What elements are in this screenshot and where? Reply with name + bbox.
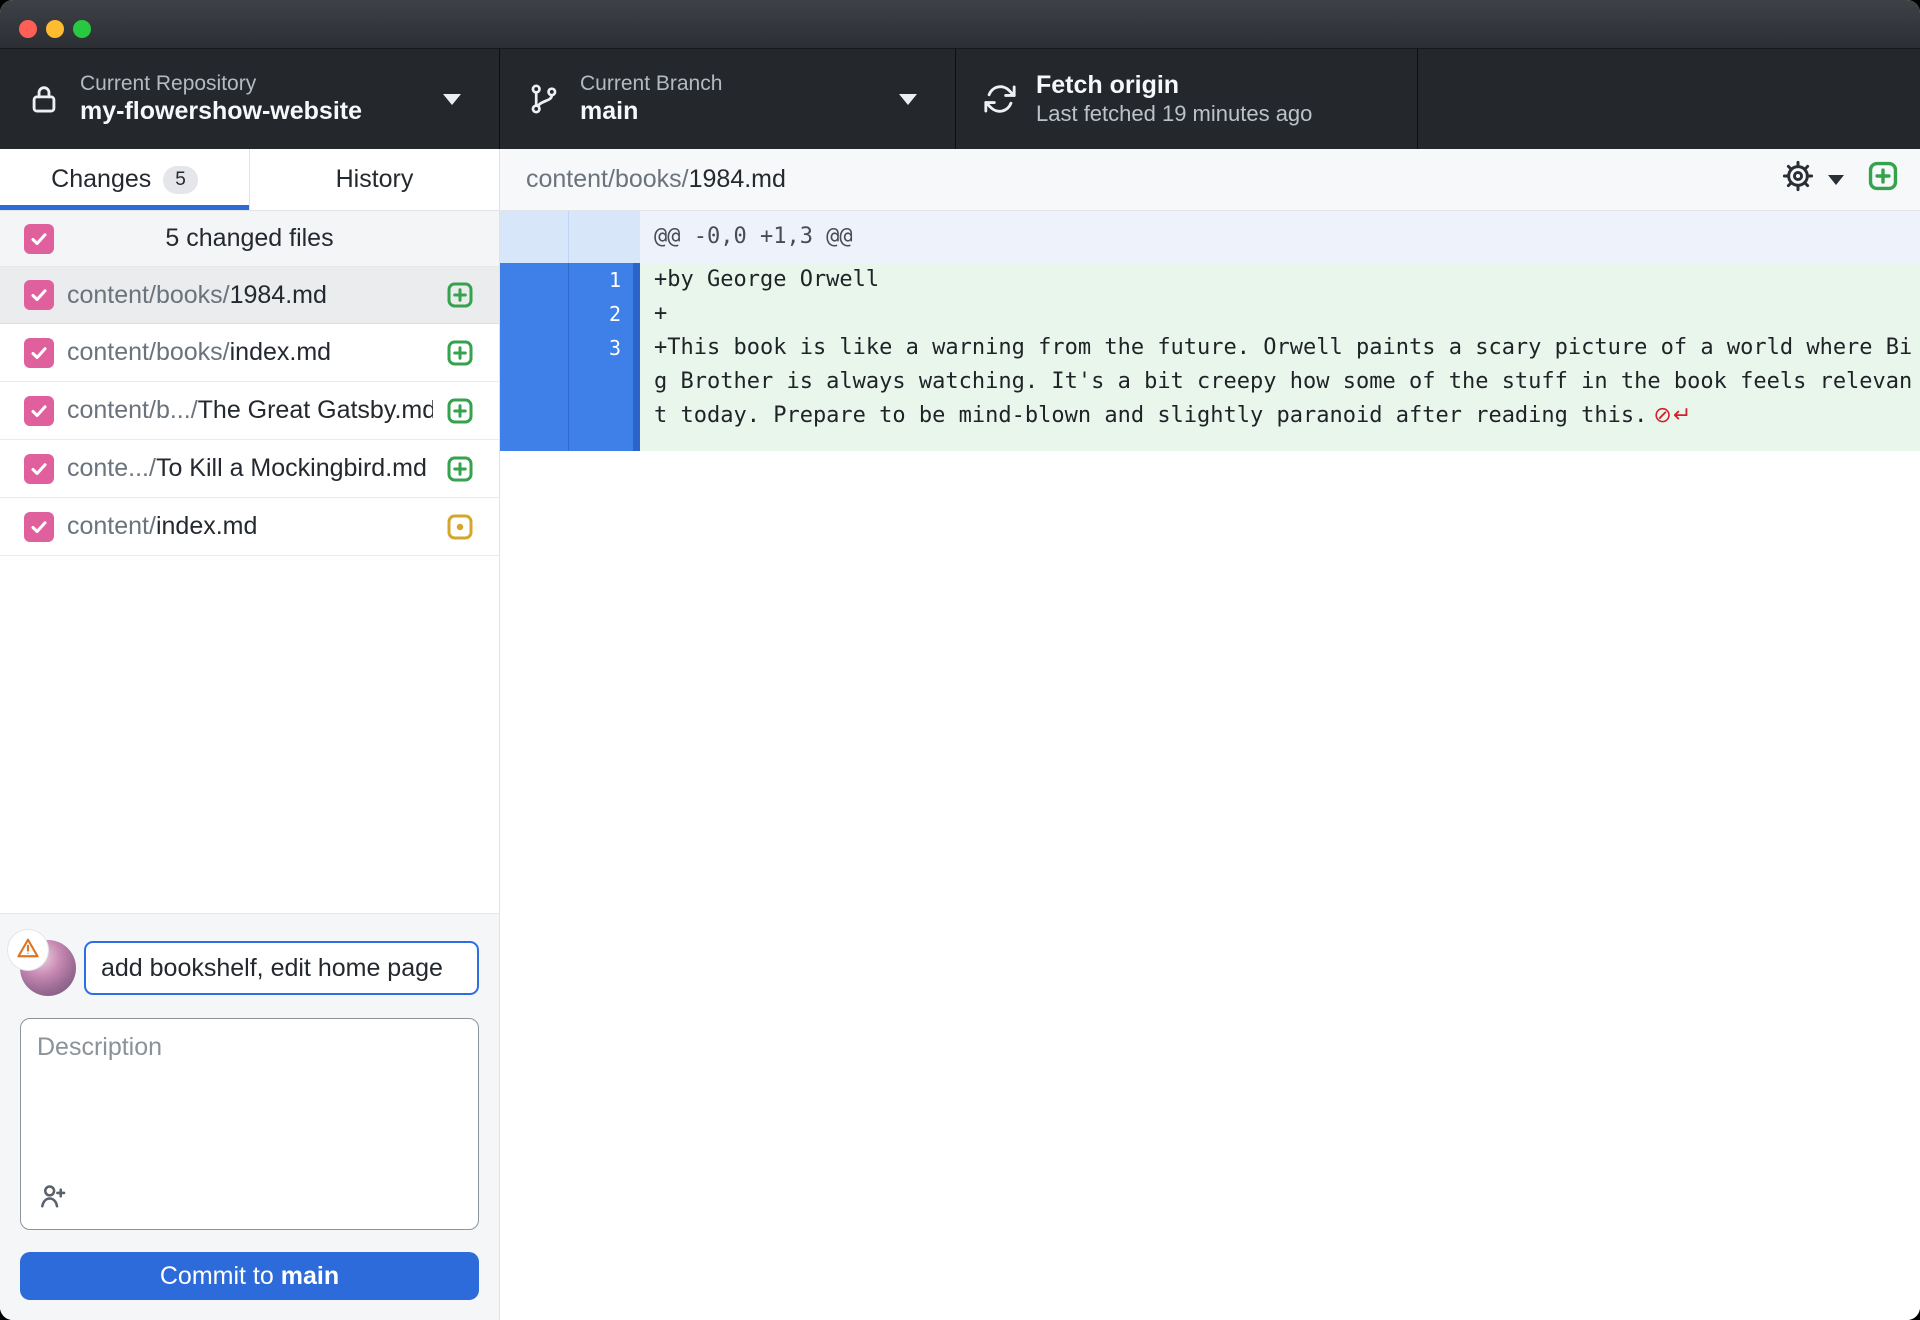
file-checkbox[interactable] <box>24 337 54 368</box>
no-newline-icon: ⊘↵ <box>1653 403 1693 428</box>
chevron-down-icon[interactable] <box>1828 174 1844 185</box>
file-added-icon <box>445 280 475 310</box>
gear-icon[interactable] <box>1781 159 1815 200</box>
hunk-gutter-new <box>568 211 633 263</box>
file-checkbox[interactable] <box>24 280 54 310</box>
gutter-strip <box>633 211 640 263</box>
changes-count-badge: 5 <box>163 165 198 194</box>
commit-button[interactable]: Commit to main <box>20 1252 479 1300</box>
current-repository-label: Current Repository <box>80 71 257 95</box>
commit-description-input[interactable] <box>21 1019 478 1180</box>
diff-file-header: content/books/1984.md <box>500 149 1920 211</box>
commit-summary-input[interactable] <box>84 941 479 995</box>
commit-description-box <box>20 1018 479 1230</box>
file-row[interactable]: content/books/1984.md <box>0 266 499 324</box>
avatar <box>8 930 76 996</box>
lock-icon <box>26 81 62 117</box>
titlebar <box>0 0 1920 49</box>
fetch-origin-subtitle: Last fetched 19 minutes ago <box>1036 100 1313 126</box>
line-number[interactable]: 3 <box>568 331 633 451</box>
commit-form: Commit tomain <box>0 913 499 1320</box>
line-number[interactable]: 1 <box>568 263 633 297</box>
chevron-down-icon <box>443 93 461 105</box>
file-row[interactable]: content/index.md <box>0 498 499 556</box>
diff-line-1[interactable]: 1 +by George Orwell <box>500 263 1920 297</box>
sync-icon <box>982 81 1018 117</box>
sidebar: Changes 5 History 5 changed files conten… <box>0 149 500 1320</box>
line-gutter-old[interactable] <box>500 331 568 451</box>
diff-pane: content/books/1984.md @@ -0,0 +1,3 @@ 1 … <box>500 149 1920 1320</box>
sidebar-tabs: Changes 5 History <box>0 149 499 211</box>
fetch-origin-title: Fetch origin <box>1036 71 1180 100</box>
file-list-empty-space <box>0 556 499 913</box>
file-path: content/books/index.md <box>67 338 332 366</box>
warning-badge[interactable] <box>8 930 48 970</box>
app-window: Current Repository my-flowershow-website… <box>0 0 1920 1320</box>
current-branch-value: main <box>580 96 639 125</box>
file-added-icon <box>445 454 475 484</box>
tab-history[interactable]: History <box>249 149 499 210</box>
diff-hunk-row: @@ -0,0 +1,3 @@ <box>500 211 1920 263</box>
diff-file-path: content/books/1984.md <box>526 165 786 193</box>
add-coauthor-icon[interactable] <box>37 1185 69 1216</box>
fetch-origin-button[interactable]: Fetch origin Last fetched 19 minutes ago <box>956 49 1418 149</box>
file-row[interactable]: content/books/index.md <box>0 324 499 382</box>
tab-changes[interactable]: Changes 5 <box>0 149 249 210</box>
added-line-text[interactable]: + <box>640 297 1920 331</box>
git-branch-icon <box>526 81 562 117</box>
diff-line-2[interactable]: 2 + <box>500 297 1920 331</box>
zoom-button[interactable] <box>73 20 91 38</box>
hunk-header: @@ -0,0 +1,3 @@ <box>640 211 1920 263</box>
file-checkbox[interactable] <box>24 453 54 484</box>
expand-diff-icon[interactable] <box>1866 159 1900 200</box>
line-number[interactable]: 2 <box>568 297 633 331</box>
toolbar: Current Repository my-flowershow-website… <box>0 49 1920 149</box>
diff-body: @@ -0,0 +1,3 @@ 1 +by George Orwell 2 + <box>500 211 1920 1320</box>
select-all-row: 5 changed files <box>0 211 499 267</box>
hunk-gutter-old <box>500 211 568 263</box>
diff-line-3[interactable]: 3 +This book is like a warning from the … <box>500 331 1920 451</box>
file-checkbox[interactable] <box>24 511 54 542</box>
line-gutter-old[interactable] <box>500 263 568 297</box>
file-added-icon <box>445 338 475 368</box>
added-line-text[interactable]: +by George Orwell <box>640 263 1920 297</box>
tab-history-label: History <box>335 165 414 193</box>
warning-triangle-icon <box>15 935 41 966</box>
current-branch-dropdown[interactable]: Current Branch main <box>500 49 956 149</box>
file-path: content/b.../The Great Gatsby.md <box>67 396 433 424</box>
close-button[interactable] <box>19 20 37 38</box>
file-modified-icon <box>445 512 475 542</box>
line-gutter-old[interactable] <box>500 297 568 331</box>
minimize-button[interactable] <box>46 20 64 38</box>
gutter-strip <box>633 331 640 451</box>
file-row[interactable]: content/b.../The Great Gatsby.md <box>0 382 499 440</box>
file-row[interactable]: conte.../To Kill a Mockingbird.md <box>0 440 499 498</box>
toolbar-filler <box>1418 49 1920 149</box>
current-branch-label: Current Branch <box>580 71 723 95</box>
chevron-down-icon <box>899 93 917 105</box>
file-added-icon <box>445 396 475 426</box>
gutter-strip <box>633 297 640 331</box>
added-line-text[interactable]: +This book is like a warning from the fu… <box>640 331 1920 451</box>
file-path: content/books/1984.md <box>67 280 327 309</box>
current-repository-value: my-flowershow-website <box>80 96 362 125</box>
file-checkbox[interactable] <box>24 395 54 426</box>
file-path: conte.../To Kill a Mockingbird.md <box>67 454 427 482</box>
file-path: content/index.md <box>67 512 258 540</box>
current-repository-dropdown[interactable]: Current Repository my-flowershow-website <box>0 49 500 149</box>
changed-files-label: 5 changed files <box>165 224 334 252</box>
gutter-strip <box>633 263 640 297</box>
tab-changes-label: Changes <box>51 165 152 193</box>
